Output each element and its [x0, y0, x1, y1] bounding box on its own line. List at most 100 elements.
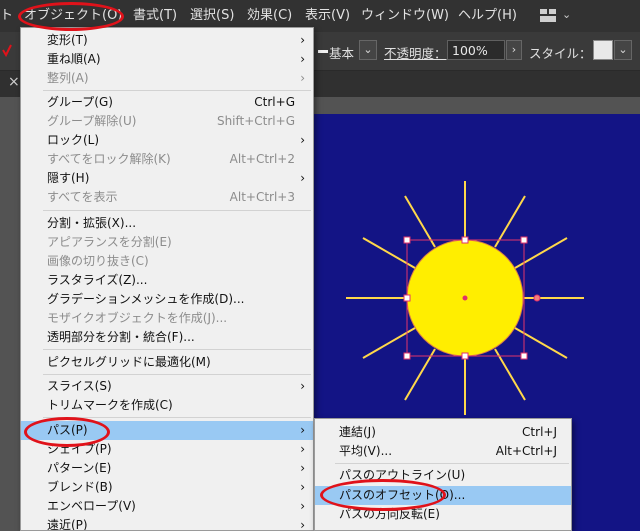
chevron-right-icon: ›: [300, 52, 305, 66]
menu-item-label: 透明部分を分割・統合(F)...: [47, 330, 195, 344]
menu-item-label: スライス(S): [47, 379, 112, 393]
chevron-down-icon[interactable]: ⌄: [562, 8, 571, 21]
stroke-swatch-icon[interactable]: [2, 42, 12, 58]
chevron-right-icon: ›: [300, 71, 305, 85]
opacity-arrow-button[interactable]: ›: [506, 40, 522, 60]
stroke-line-icon: [318, 50, 328, 53]
submenu-item-offset-path[interactable]: パスのオフセット(O)...: [315, 486, 571, 505]
menu-separator: [43, 417, 311, 418]
menu-item-label: パス(P): [47, 423, 88, 437]
menubar-item-help[interactable]: ヘルプ(H): [458, 0, 517, 32]
menu-separator: [43, 210, 311, 211]
menu-item-label: モザイクオブジェクトを作成(J)...: [47, 311, 228, 325]
menu-separator: [335, 463, 569, 464]
menu-item-label: ラスタライズ(Z)...: [47, 273, 148, 287]
menu-item-shortcut: Ctrl+G: [254, 95, 295, 109]
path-submenu: 連結(J) Ctrl+J 平均(V)... Alt+Ctrl+J パスのアウトライン…: [314, 418, 572, 531]
menu-item-label: 分割・拡張(X)...: [47, 216, 137, 230]
menu-item-shortcut: Alt+Ctrl+2: [229, 152, 295, 166]
menu-item-label: パターン(E): [47, 461, 112, 475]
chevron-right-icon: ›: [300, 461, 305, 475]
close-icon[interactable]: ×: [8, 74, 20, 90]
chevron-right-icon: ›: [300, 442, 305, 456]
menu-item-label: トリムマークを作成(C): [47, 398, 173, 412]
menu-item-label: グループ(G): [47, 95, 113, 109]
menu-item-lock[interactable]: ロック(L) ›: [21, 131, 313, 150]
menu-item-label: ロック(L): [47, 133, 100, 147]
menu-item-path[interactable]: パス(P) ›: [21, 421, 313, 440]
menubar-item-window[interactable]: ウィンドウ(W): [361, 0, 449, 32]
menu-item-label: ブレンド(B): [47, 480, 113, 494]
submenu-item-join[interactable]: 連結(J) Ctrl+J: [315, 423, 571, 442]
submenu-item-label: 平均(V)...: [339, 444, 393, 458]
menu-item-label: 隠す(H): [47, 171, 90, 185]
menu-item-arrange[interactable]: 重ね順(A) ›: [21, 50, 313, 69]
chevron-down-icon: ⌄: [363, 43, 373, 56]
submenu-item-reverse-path[interactable]: パスの方向反転(E): [315, 505, 571, 524]
submenu-item-average[interactable]: 平均(V)... Alt+Ctrl+J: [315, 442, 571, 461]
submenu-item-outline-stroke[interactable]: パスのアウトライン(U): [315, 466, 571, 485]
stroke-style-dropdown[interactable]: ⌄: [359, 40, 377, 60]
menu-item-slice[interactable]: スライス(S) ›: [21, 377, 313, 396]
menu-item-mosaic[interactable]: モザイクオブジェクトを作成(J)...: [21, 309, 313, 328]
menu-item-expand[interactable]: 分割・拡張(X)...: [21, 214, 313, 233]
chevron-right-icon: ›: [300, 133, 305, 147]
menu-item-ungroup[interactable]: グループ解除(U) Shift+Ctrl+G: [21, 112, 313, 131]
menu-item-expand-appearance[interactable]: アピアランスを分割(E): [21, 233, 313, 252]
opacity-label[interactable]: 不透明度：: [384, 43, 447, 62]
menu-item-envelope[interactable]: エンベロープ(V) ›: [21, 497, 313, 516]
menu-item-trim-marks[interactable]: トリムマークを作成(C): [21, 396, 313, 415]
menu-item-shape[interactable]: シェイプ(P) ›: [21, 440, 313, 459]
submenu-item-shortcut: Alt+Ctrl+J: [495, 444, 557, 458]
chevron-right-icon: ›: [300, 518, 305, 530]
opacity-field[interactable]: 100%: [447, 40, 505, 60]
menu-item-label: すべてをロック解除(K): [47, 152, 171, 166]
live-corner-widget[interactable]: [533, 294, 541, 302]
menu-item-shortcut: Alt+Ctrl+3: [229, 190, 295, 204]
submenu-item-shortcut: Ctrl+J: [522, 425, 557, 439]
submenu-item-label: パスの方向反転(E): [339, 507, 440, 521]
menu-item-group[interactable]: グループ(G) Ctrl+G: [21, 93, 313, 112]
menu-item-perspective[interactable]: 遠近(P) ›: [21, 516, 313, 530]
style-label: スタイル：: [529, 46, 592, 61]
menu-item-label: アピアランスを分割(E): [47, 235, 172, 249]
menu-item-label: 変形(T): [47, 33, 88, 47]
menu-separator: [43, 374, 311, 375]
menu-item-rasterize[interactable]: ラスタライズ(Z)...: [21, 271, 313, 290]
chevron-right-icon: ›: [300, 480, 305, 494]
submenu-item-label: 連結(J): [339, 425, 376, 439]
menu-item-blend[interactable]: ブレンド(B) ›: [21, 478, 313, 497]
menu-item-shortcut: Shift+Ctrl+G: [216, 114, 295, 128]
menu-item-label: グラデーションメッシュを作成(D)...: [47, 292, 245, 306]
menu-item-label: 遠近(P): [47, 518, 88, 530]
center-point: [462, 295, 468, 301]
menu-item-flatten-transparency[interactable]: 透明部分を分割・統合(F)...: [21, 328, 313, 347]
menu-item-transform[interactable]: 変形(T) ›: [21, 31, 313, 50]
menu-item-label: すべてを表示: [47, 190, 118, 204]
chevron-right-icon: ›: [511, 43, 517, 56]
menu-item-crop-image[interactable]: 画像の切り抜き(C): [21, 252, 313, 271]
menu-item-label: 重ね順(A): [47, 52, 101, 66]
menu-item-label: グループ解除(U): [47, 114, 137, 128]
menu-item-pattern[interactable]: パターン(E) ›: [21, 459, 313, 478]
menu-item-pixel-grid[interactable]: ピクセルグリッドに最適化(M): [21, 353, 313, 372]
chevron-right-icon: ›: [300, 33, 305, 47]
menu-item-gradient-mesh[interactable]: グラデーションメッシュを作成(D)...: [21, 290, 313, 309]
style-dropdown[interactable]: ⌄: [614, 40, 632, 60]
menu-item-show-all[interactable]: すべてを表示 Alt+Ctrl+3: [21, 188, 313, 207]
menu-item-label: ピクセルグリッドに最適化(M): [47, 355, 211, 369]
submenu-item-label: パスのアウトライン(U): [339, 468, 466, 482]
chevron-right-icon: ›: [300, 423, 305, 437]
menu-item-label: 画像の切り抜き(C): [47, 254, 149, 268]
menu-item-unlock-all[interactable]: すべてをロック解除(K) Alt+Ctrl+2: [21, 150, 313, 169]
stroke-style-label[interactable]: 基本: [329, 43, 354, 62]
chevron-down-icon: ⌄: [618, 43, 628, 56]
menu-item-label: シェイプ(P): [47, 442, 112, 456]
menu-item-hide[interactable]: 隠す(H) ›: [21, 169, 313, 188]
grid-layout-icon[interactable]: [540, 9, 556, 22]
menu-item-align[interactable]: 整列(A) ›: [21, 69, 313, 88]
chevron-right-icon: ›: [300, 171, 305, 185]
style-swatch[interactable]: [593, 40, 613, 60]
chevron-right-icon: ›: [300, 379, 305, 393]
menubar-item-partial[interactable]: ト: [0, 0, 13, 32]
